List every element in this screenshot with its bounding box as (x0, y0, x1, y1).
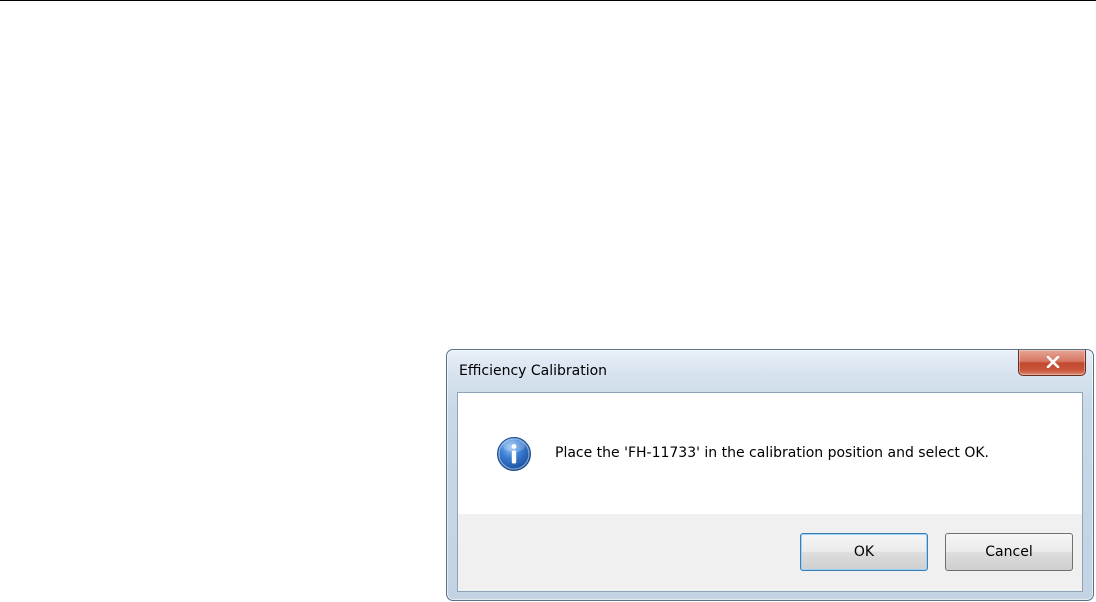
dialog-titlebar[interactable]: Efficiency Calibration (447, 350, 1093, 392)
dialog-button-bar: OK Cancel (458, 514, 1082, 591)
close-button[interactable] (1018, 350, 1086, 376)
dialog-content: Place the 'FH-11733' in the calibration … (457, 392, 1083, 592)
close-x-icon (1046, 356, 1060, 368)
ok-button[interactable]: OK (800, 533, 928, 571)
message-dialog: Efficiency Calibration Place the 'FH-117… (446, 349, 1094, 601)
dialog-title: Efficiency Calibration (459, 363, 608, 379)
information-icon (497, 437, 531, 471)
dialog-message: Place the 'FH-11733' in the calibration … (555, 445, 989, 461)
top-border-line (0, 0, 1096, 1)
cancel-button[interactable]: Cancel (945, 533, 1073, 571)
